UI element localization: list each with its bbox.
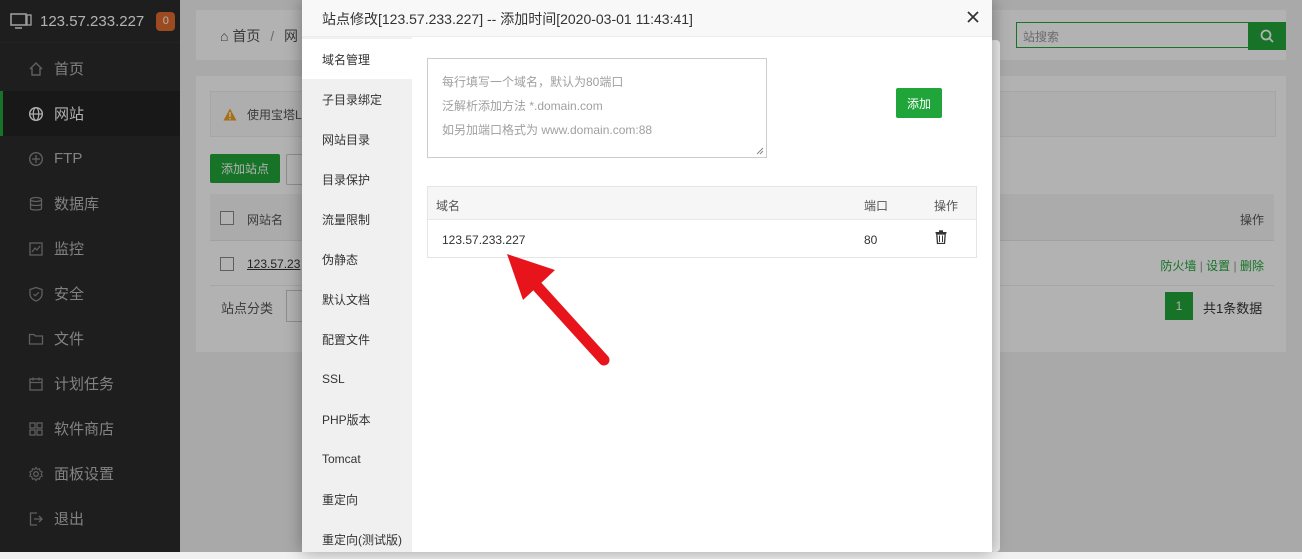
tab-domain-management[interactable]: 域名管理 bbox=[302, 39, 412, 79]
column-port: 端口 bbox=[864, 199, 889, 213]
close-button[interactable] bbox=[962, 6, 984, 28]
tab-tomcat[interactable]: Tomcat bbox=[302, 439, 412, 479]
tab-redirect-beta[interactable]: 重定向(测试版) bbox=[302, 519, 412, 559]
placeholder-line: 每行填写一个域名，默认为80端口 bbox=[442, 75, 624, 89]
tab-directory-protection[interactable]: 目录保护 bbox=[302, 159, 412, 199]
resize-handle-icon[interactable] bbox=[756, 147, 764, 155]
domain-table-header: 域名 端口 操作 bbox=[428, 187, 976, 220]
tab-default-document[interactable]: 默认文档 bbox=[302, 279, 412, 319]
trash-icon[interactable] bbox=[935, 230, 947, 244]
tab-subdirectory-binding[interactable]: 子目录绑定 bbox=[302, 79, 412, 119]
tab-config-file[interactable]: 配置文件 bbox=[302, 319, 412, 359]
close-icon bbox=[967, 11, 979, 23]
tab-rewrite[interactable]: 伪静态 bbox=[302, 239, 412, 279]
column-domain: 域名 bbox=[436, 199, 461, 213]
tab-traffic-limit[interactable]: 流量限制 bbox=[302, 199, 412, 239]
add-domain-button[interactable]: 添加 bbox=[896, 88, 942, 118]
placeholder-line: 如另加端口格式为 www.domain.com:88 bbox=[442, 123, 653, 137]
dialog-tabs: 域名管理 子目录绑定 网站目录 目录保护 流量限制 伪静态 默认文档 配置文件 … bbox=[302, 37, 412, 552]
domain-textarea[interactable]: 每行填写一个域名，默认为80端口 泛解析添加方法 *.domain.com 如另… bbox=[427, 58, 767, 158]
site-edit-dialog: 站点修改[123.57.233.227] -- 添加时间[2020-03-01 … bbox=[302, 0, 992, 552]
placeholder-line: 泛解析添加方法 *.domain.com bbox=[442, 99, 603, 113]
tab-redirect[interactable]: 重定向 bbox=[302, 479, 412, 519]
dialog-header: 站点修改[123.57.233.227] -- 添加时间[2020-03-01 … bbox=[302, 0, 992, 37]
tab-php-version[interactable]: PHP版本 bbox=[302, 399, 412, 439]
tab-ssl[interactable]: SSL bbox=[302, 359, 412, 399]
tab-site-directory[interactable]: 网站目录 bbox=[302, 119, 412, 159]
red-arrow-annotation bbox=[507, 254, 610, 366]
port-value: 80 bbox=[864, 233, 878, 247]
dialog-title: 站点修改[123.57.233.227] -- 添加时间[2020-03-01 … bbox=[322, 11, 693, 27]
column-operation: 操作 bbox=[934, 199, 959, 213]
